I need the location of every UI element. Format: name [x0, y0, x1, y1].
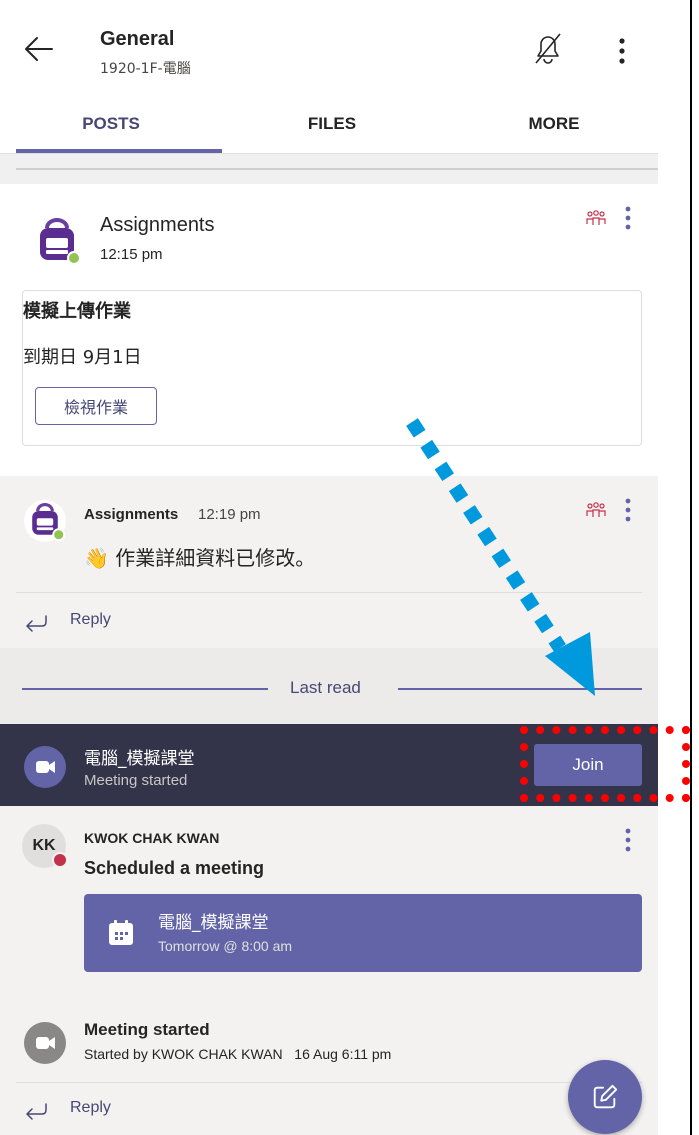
bell-off-icon[interactable]: [532, 30, 564, 66]
reply-label: Reply: [70, 1099, 111, 1116]
reply-label: Reply: [70, 611, 111, 628]
reply-arrow-icon: [26, 615, 47, 632]
wave-emoji: 👋: [84, 546, 109, 570]
channel-tabs: POSTS FILES MORE: [0, 100, 658, 153]
reply-arrow-icon: [26, 1103, 47, 1120]
meeting-started-subtitle: Started by KWOK CHAK KWAN 16 Aug 6:11 pm: [84, 1046, 392, 1062]
annotation-arrow: [406, 418, 595, 696]
assignment-title: 模擬上傳作業: [23, 301, 131, 322]
channel-header: General 1920-1F-電腦 POSTS FILES MORE: [0, 0, 658, 153]
meeting-started-title: Meeting started: [84, 1020, 210, 1039]
meeting-status: Meeting started: [84, 772, 188, 789]
reply-button[interactable]: Reply: [0, 1092, 658, 1132]
video-camera-icon: [24, 1022, 66, 1064]
meeting-card-time: Tomorrow @ 8:00 am: [158, 938, 293, 954]
meeting-card-title: 電腦_模擬課堂: [158, 913, 269, 933]
tab-posts[interactable]: POSTS: [78, 114, 144, 134]
team-icon: [586, 210, 606, 225]
post-more-icon[interactable]: [624, 206, 632, 230]
post-time: 12:15 pm: [100, 246, 163, 263]
reply-text: 作業詳細資料已修改。: [115, 546, 316, 570]
compose-button[interactable]: [568, 1060, 642, 1134]
presence-busy-indicator: [52, 852, 68, 868]
post-more-icon[interactable]: [624, 828, 632, 852]
reply-message: 👋 作業詳細資料已修改。: [84, 542, 315, 571]
compose-icon: [593, 1084, 618, 1109]
view-assignment-button[interactable]: 檢視作業: [35, 387, 157, 425]
tab-files[interactable]: FILES: [300, 114, 364, 134]
teams-channel-screen: General 1920-1F-電腦 POSTS FILES MORE Assi…: [0, 0, 658, 1135]
meeting-title: 電腦_模擬課堂: [84, 749, 195, 769]
assignment-due: 到期日 9月1日: [23, 347, 142, 368]
meeting-started-post: Meeting started Started by KWOK CHAK KWA…: [0, 1002, 658, 1135]
meeting-card[interactable]: 電腦_模擬課堂 Tomorrow @ 8:00 am: [84, 894, 642, 972]
annotation-highlight-box: [520, 726, 690, 802]
video-camera-icon: [24, 746, 66, 788]
post-author: KWOK CHAK KWAN: [84, 830, 220, 846]
reply-time: 12:19 pm: [198, 506, 261, 523]
channel-subtitle: 1920-1F-電腦: [100, 61, 191, 77]
scheduled-meeting-post: KK KWOK CHAK KWAN Scheduled a meeting 電腦…: [0, 806, 658, 1002]
reply-author: Assignments: [84, 506, 179, 523]
more-vertical-icon[interactable]: [618, 38, 626, 64]
post-author: Assignments: [100, 214, 215, 236]
reply-more-icon[interactable]: [624, 498, 632, 522]
last-read-line-left: [22, 688, 268, 690]
back-arrow-icon[interactable]: [22, 32, 56, 66]
channel-title: General: [100, 28, 175, 50]
tab-more[interactable]: MORE: [520, 114, 588, 134]
assignments-bag-icon: [24, 500, 66, 542]
calendar-icon: [109, 920, 133, 945]
post-message: Scheduled a meeting: [84, 858, 265, 878]
feed-divider: [16, 168, 658, 170]
screenshot-border: [690, 0, 692, 1135]
reply-divider: [16, 1082, 642, 1083]
assignments-bag-icon: [40, 218, 80, 264]
last-read-label: Last read: [290, 678, 361, 697]
